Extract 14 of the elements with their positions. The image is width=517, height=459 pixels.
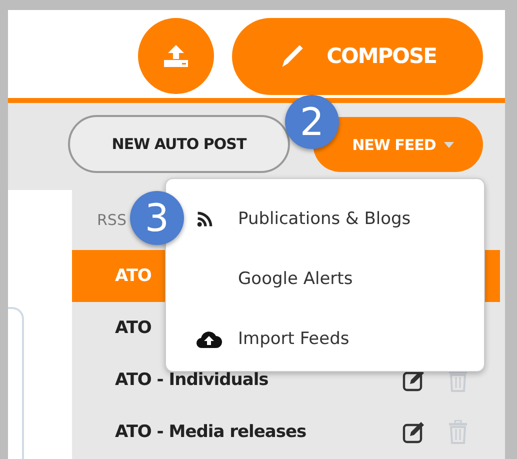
new-auto-post-button[interactable]: NEW AUTO POST <box>68 115 290 173</box>
upload-icon <box>163 44 189 68</box>
edit-icon[interactable] <box>402 420 426 444</box>
menu-item[interactable]: Google Alerts <box>186 249 484 309</box>
section-label: RSS <box>97 211 126 229</box>
caret-icon <box>444 142 454 148</box>
feed-title: ATO - Individuals <box>115 370 268 390</box>
menu-item[interactable]: Publications & Blogs <box>186 189 484 249</box>
feed-title: ATO - Media releases <box>115 422 306 442</box>
trash-icon[interactable] <box>448 420 468 444</box>
feed-row[interactable]: ATO - Media releases <box>72 406 500 458</box>
cloud-upload-icon <box>196 329 222 349</box>
feed-title: ATO <box>115 266 152 286</box>
rss-icon <box>196 210 214 228</box>
